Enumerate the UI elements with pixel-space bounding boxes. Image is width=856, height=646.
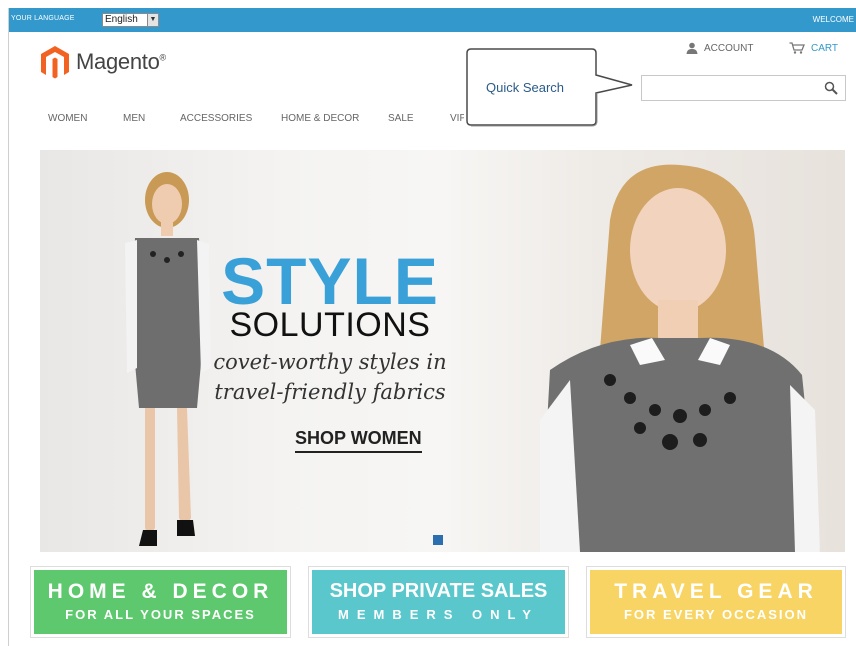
nav-item-home-decor[interactable]: HOME & DECOR xyxy=(281,113,359,124)
search-input[interactable] xyxy=(642,76,822,100)
nav-item-women[interactable]: WOMEN xyxy=(48,113,87,124)
promo-private-sales-subtitle: MEMBERS ONLY xyxy=(338,607,539,622)
hero-tagline-line1: covet-worthy styles in xyxy=(213,350,447,374)
promo-travel-gear[interactable]: TRAVEL GEAR FOR EVERY OCCASION xyxy=(586,566,846,638)
nav-item-men[interactable]: MEN xyxy=(123,113,145,124)
cart-icon xyxy=(789,42,805,54)
user-icon xyxy=(686,42,698,54)
shop-women-link[interactable]: SHOP WOMEN xyxy=(295,428,422,453)
cart-link[interactable]: CART xyxy=(789,42,838,54)
promo-home-decor-subtitle: FOR ALL YOUR SPACES xyxy=(65,607,256,622)
callout-text: Quick Search xyxy=(486,80,565,95)
hero-tagline-line2: travel-friendly fabrics xyxy=(214,380,446,404)
promo-travel-gear-title: TRAVEL GEAR xyxy=(614,580,818,603)
search-icon[interactable] xyxy=(824,81,838,95)
hero-subtitle: SOLUTIONS xyxy=(229,306,431,344)
chevron-down-icon[interactable]: ▼ xyxy=(147,14,158,26)
promo-travel-gear-subtitle: FOR EVERY OCCASION xyxy=(623,607,809,622)
account-label: ACCOUNT xyxy=(704,42,754,54)
account-link[interactable]: ACCOUNT xyxy=(686,42,753,54)
top-bar: YOUR LANGUAGE English ▼ WELCOME xyxy=(9,8,856,32)
slider-dot[interactable] xyxy=(433,535,443,545)
nav-item-vip[interactable]: VIP xyxy=(450,113,464,124)
nav-item-sale[interactable]: SALE xyxy=(388,113,414,124)
welcome-message: WELCOME xyxy=(812,15,854,24)
promo-home-decor[interactable]: HOME & DECOR FOR ALL YOUR SPACES xyxy=(30,566,291,638)
quick-search xyxy=(641,75,846,101)
page-border xyxy=(8,8,9,646)
promo-private-sales-title: SHOP PRIVATE SALES xyxy=(329,580,548,602)
language-select[interactable]: English ▼ xyxy=(102,13,159,27)
site-logo[interactable]: Magento® xyxy=(38,45,166,79)
magento-logo-icon xyxy=(41,46,69,79)
language-label: YOUR LANGUAGE xyxy=(11,15,75,22)
nav-item-accessories[interactable]: ACCESSORIES xyxy=(180,113,252,124)
promo-home-decor-title: HOME & DECOR xyxy=(47,580,274,603)
promo-private-sales[interactable]: SHOP PRIVATE SALES MEMBERS ONLY xyxy=(308,566,569,638)
cart-label: CART xyxy=(811,42,839,54)
language-select-value: English xyxy=(105,14,138,25)
logo-text: Magento® xyxy=(76,49,166,74)
